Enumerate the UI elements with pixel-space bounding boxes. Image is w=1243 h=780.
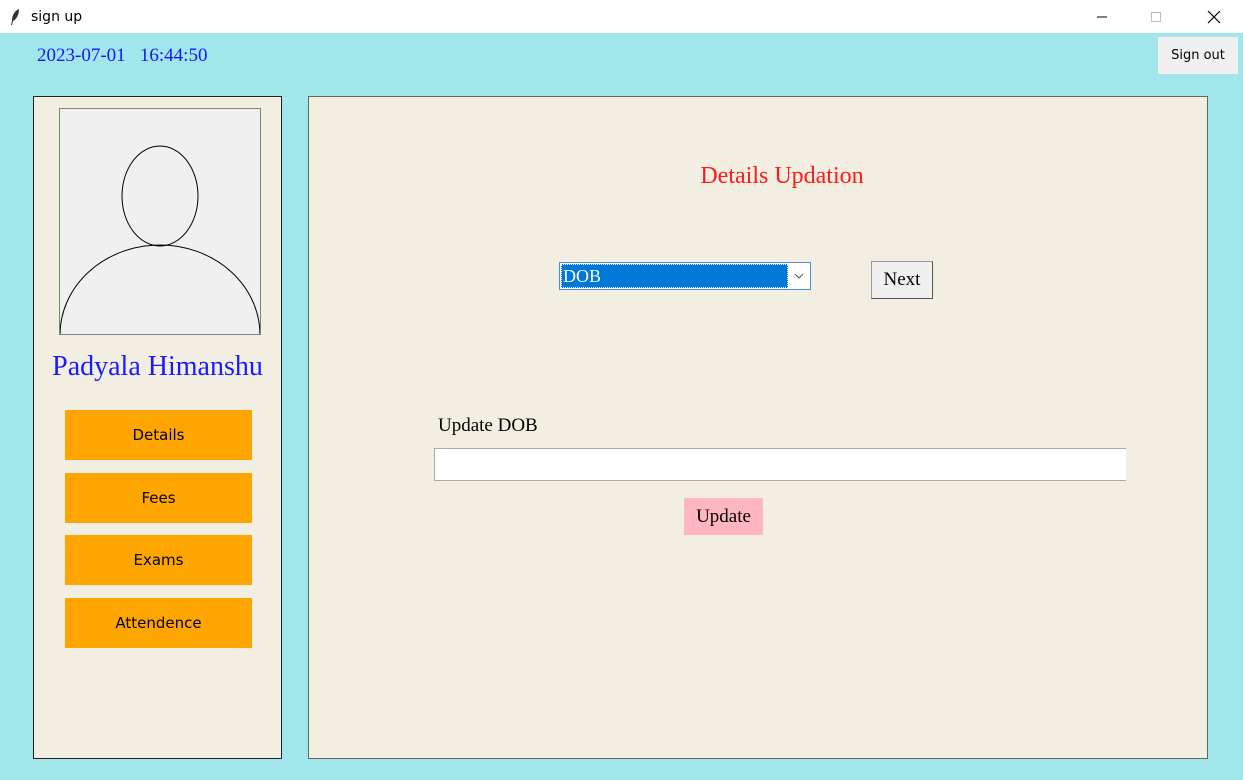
profile-name: Padyala Himanshu <box>52 351 263 382</box>
fees-button[interactable]: Fees <box>65 473 252 523</box>
main-panel: Details Updation DOB Next Update DOB Upd… <box>308 96 1208 759</box>
minimize-icon <box>1097 16 1107 17</box>
time-label: 16:44:50 <box>139 45 208 66</box>
exams-button[interactable]: Exams <box>65 535 252 585</box>
close-icon <box>1207 10 1221 23</box>
minimize-button[interactable] <box>1079 0 1125 33</box>
sign-out-button[interactable]: Sign out <box>1158 37 1238 74</box>
update-value-input[interactable] <box>434 448 1126 481</box>
field-select[interactable]: DOB <box>559 262 811 290</box>
field-select-value: DOB <box>561 264 788 288</box>
page-title: Details Updation <box>700 163 864 189</box>
avatar <box>59 108 261 335</box>
maximize-button[interactable] <box>1133 0 1179 33</box>
chevron-down-icon[interactable] <box>790 267 808 285</box>
next-button[interactable]: Next <box>871 261 933 299</box>
details-button[interactable]: Details <box>65 410 252 460</box>
update-field-label: Update DOB <box>438 415 538 436</box>
window-title: sign up <box>31 8 83 25</box>
close-button[interactable] <box>1191 0 1237 33</box>
datetime-display: 2023-07-01 16:44:50 <box>37 45 207 67</box>
maximize-icon <box>1151 11 1161 22</box>
sidebar: Padyala Himanshu Details Fees Exams Atte… <box>33 96 282 759</box>
update-button[interactable]: Update <box>684 498 763 535</box>
window-titlebar: sign up <box>0 0 1243 33</box>
date-label: 2023-07-01 <box>37 45 126 66</box>
attendence-button[interactable]: Attendence <box>65 598 252 648</box>
user-avatar-icon <box>60 145 260 334</box>
feather-icon <box>9 8 23 26</box>
